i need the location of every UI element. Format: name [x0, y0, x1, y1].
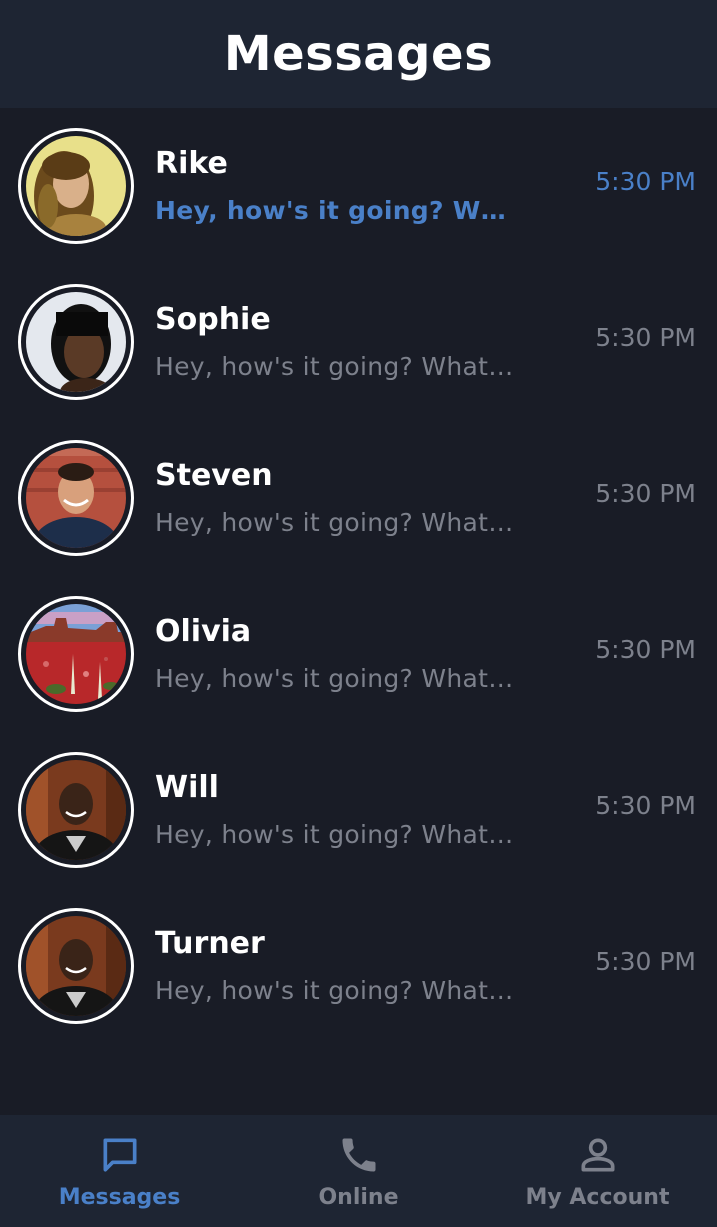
tab-my-account[interactable]: My Account: [478, 1115, 717, 1227]
conversation-list: Rike Hey, how's it going? What's up? 5:3…: [0, 108, 717, 1044]
message-time: 5:30 PM: [595, 791, 696, 820]
avatar: [18, 440, 134, 556]
conversation-row-rike[interactable]: Rike Hey, how's it going? What's up? 5:3…: [0, 108, 717, 264]
chat-bubble-icon: [98, 1133, 142, 1177]
message-time: 5:30 PM: [595, 479, 696, 508]
tab-label: Online: [318, 1185, 399, 1210]
message-time: 5:30 PM: [595, 947, 696, 976]
message-preview: Hey, how's it going? What's up?: [155, 820, 515, 849]
avatar-photo-olivia: [26, 604, 126, 704]
header-bar: Messages: [0, 0, 717, 108]
app: Messages Rike Hey, how's it going? What: [0, 0, 717, 1227]
contact-name: Steven: [155, 458, 273, 493]
message-time: 5:30 PM: [595, 635, 696, 664]
avatar: [18, 284, 134, 400]
message-preview: Hey, how's it going? What's up?: [155, 508, 515, 537]
tab-label: Messages: [58, 1185, 181, 1210]
conversation-row-steven[interactable]: Steven Hey, how's it going? What's up? 5…: [0, 420, 717, 576]
contact-name: Olivia: [155, 614, 252, 649]
avatar-photo-will: [26, 760, 126, 860]
message-time: 5:30 PM: [595, 167, 696, 196]
bottom-tab-bar: Messages Online My Account: [0, 1115, 717, 1227]
avatar: [18, 908, 134, 1024]
avatar-photo-steven: [26, 448, 126, 548]
contact-name: Will: [155, 770, 219, 805]
avatar: [18, 596, 134, 712]
avatar: [18, 752, 134, 868]
message-preview: Hey, how's it going? What's up?: [155, 196, 515, 225]
page-title: Messages: [223, 26, 494, 82]
avatar-photo-rike: [26, 136, 126, 236]
avatar-photo-sophie: [26, 292, 126, 392]
message-preview: Hey, how's it going? What's up?: [155, 352, 515, 381]
message-preview: Hey, how's it going? What's up?: [155, 976, 515, 1005]
person-icon: [576, 1133, 620, 1177]
contact-name: Turner: [155, 926, 265, 961]
conversation-row-olivia[interactable]: Olivia Hey, how's it going? What's up? 5…: [0, 576, 717, 732]
conversation-row-will[interactable]: Will Hey, how's it going? What's up? 5:3…: [0, 732, 717, 888]
contact-name: Rike: [155, 146, 228, 181]
contact-name: Sophie: [155, 302, 271, 337]
tab-label: My Account: [525, 1185, 670, 1210]
tab-online[interactable]: Online: [239, 1115, 478, 1227]
conversation-row-turner[interactable]: Turner Hey, how's it going? What's up? 5…: [0, 888, 717, 1044]
message-preview: Hey, how's it going? What's up?: [155, 664, 515, 693]
avatar: [18, 128, 134, 244]
conversation-row-sophie[interactable]: Sophie Hey, how's it going? What's up? 5…: [0, 264, 717, 420]
phone-icon: [337, 1133, 381, 1177]
avatar-photo-turner: [26, 916, 126, 1016]
tab-messages[interactable]: Messages: [0, 1115, 239, 1227]
message-time: 5:30 PM: [595, 323, 696, 352]
